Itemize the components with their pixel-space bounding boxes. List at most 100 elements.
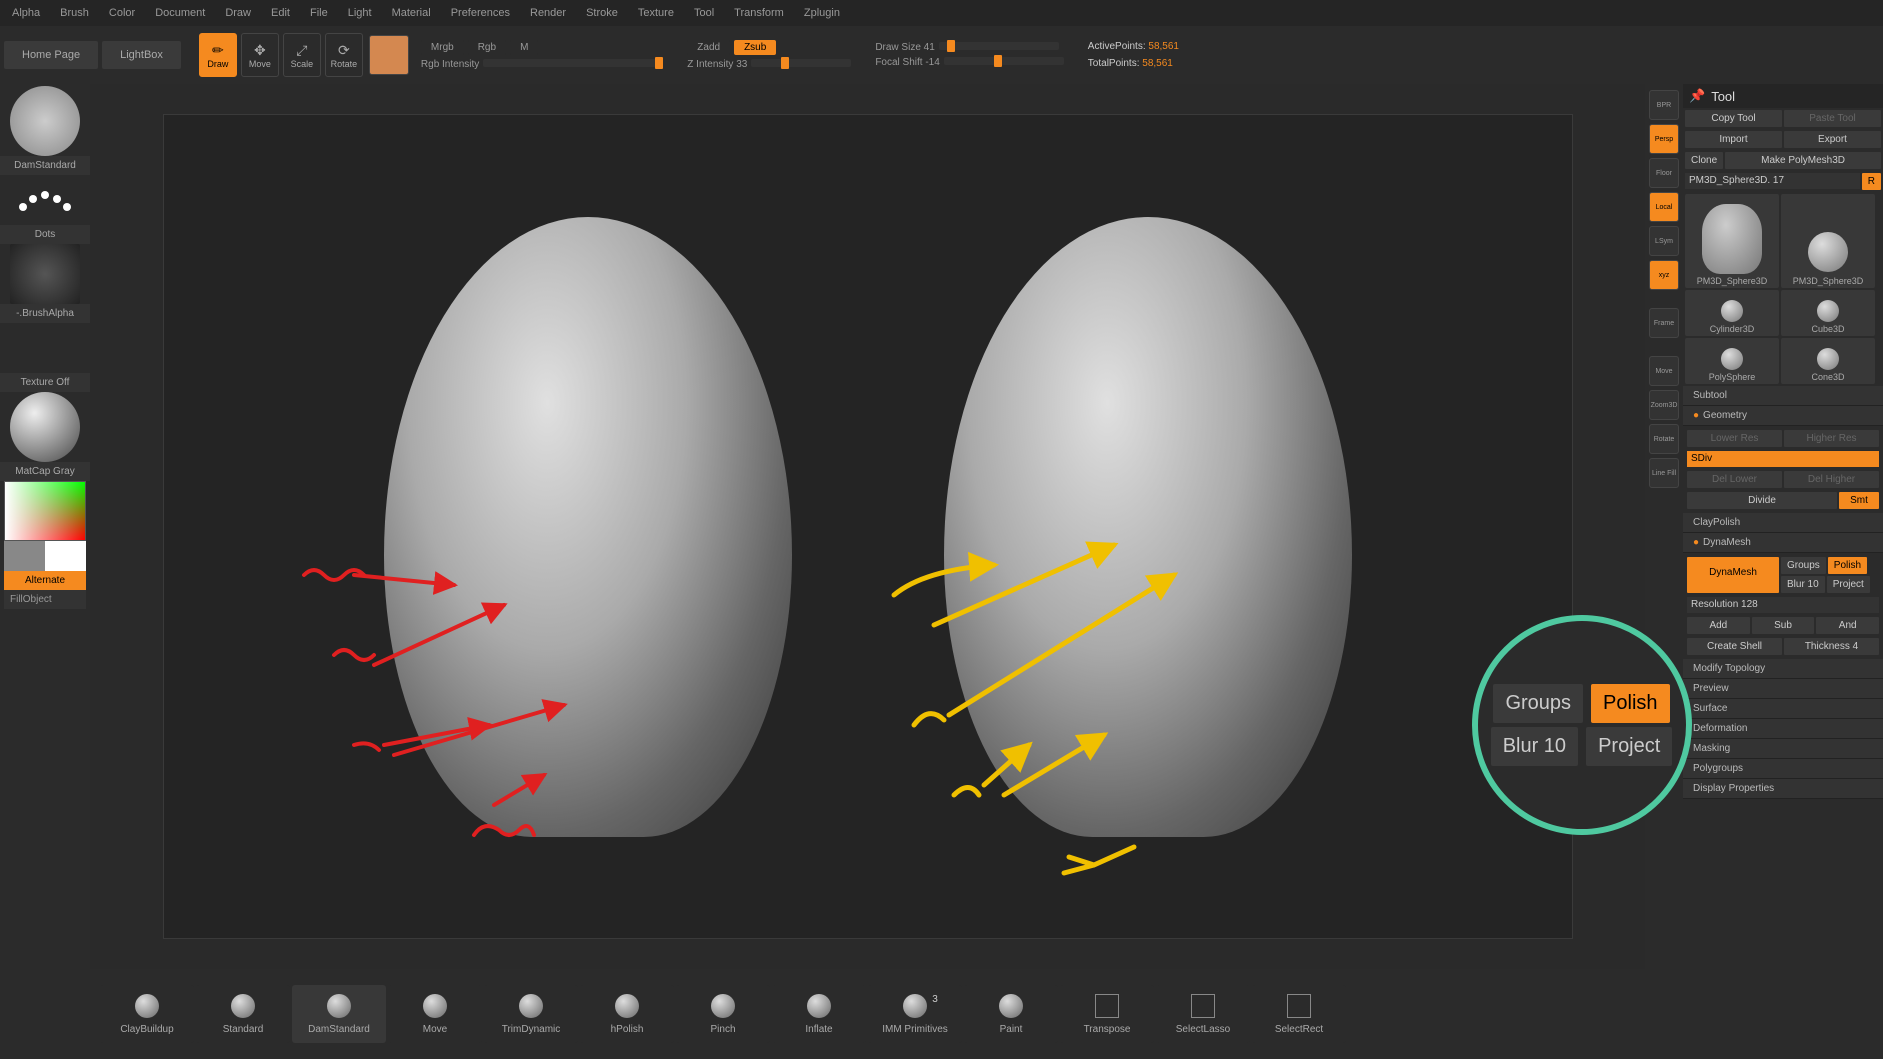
tool-item-2[interactable]: Cylinder3D xyxy=(1685,290,1779,336)
brush-hpolish[interactable]: hPolish xyxy=(580,985,674,1043)
brush-pinch[interactable]: Pinch xyxy=(676,985,770,1043)
masking-section[interactable]: Masking xyxy=(1683,739,1883,759)
export-button[interactable]: Export xyxy=(1784,131,1881,148)
tool-item-4[interactable]: PolySphere xyxy=(1685,338,1779,384)
draw-size-slider[interactable] xyxy=(939,42,1059,50)
scale-mode-button[interactable]: ⤢Scale xyxy=(283,33,321,77)
persp-button[interactable]: Persp xyxy=(1649,124,1679,154)
current-tool-name[interactable]: PM3D_Sphere3D. 17 xyxy=(1685,173,1860,189)
sdiv-slider[interactable]: SDiv xyxy=(1687,451,1879,467)
copy-tool-button[interactable]: Copy Tool xyxy=(1685,110,1782,127)
color-swatch-primary[interactable] xyxy=(45,541,86,571)
tool-item-0[interactable]: PM3D_Sphere3D xyxy=(1685,194,1779,288)
divide-button[interactable]: Divide xyxy=(1687,492,1837,509)
zadd-button[interactable]: Zadd xyxy=(687,40,730,55)
menu-preferences[interactable]: Preferences xyxy=(451,7,510,19)
add-button[interactable]: Add xyxy=(1687,617,1750,634)
brush-claybuildup[interactable]: ClayBuildup xyxy=(100,985,194,1043)
focal-shift-slider[interactable] xyxy=(944,57,1064,65)
del-lower-button[interactable]: Del Lower xyxy=(1687,471,1782,488)
floor-button[interactable]: Floor xyxy=(1649,158,1679,188)
stroke-thumbnail[interactable] xyxy=(10,175,80,225)
color-swatch-secondary[interactable] xyxy=(4,541,45,571)
brush-inflate[interactable]: Inflate xyxy=(772,985,866,1043)
zoom3d-button[interactable]: Zoom3D xyxy=(1649,390,1679,420)
alpha-thumbnail[interactable] xyxy=(10,244,80,304)
menu-texture[interactable]: Texture xyxy=(638,7,674,19)
lsym-button[interactable]: LSym xyxy=(1649,226,1679,256)
rotate-button[interactable]: Rotate xyxy=(1649,424,1679,454)
geometry-section[interactable]: ●Geometry xyxy=(1683,406,1883,426)
z-intensity-slider[interactable] xyxy=(751,59,851,67)
rgb-button[interactable]: Rgb xyxy=(468,40,506,55)
fill-object-button[interactable]: FillObject xyxy=(4,590,86,609)
menu-alpha[interactable]: Alpha xyxy=(12,7,40,19)
rotate-mode-button[interactable]: ⟳Rotate xyxy=(325,33,363,77)
material-thumbnail[interactable] xyxy=(10,392,80,462)
dynamesh-button[interactable]: DynaMesh xyxy=(1687,557,1779,593)
frame-button[interactable]: Frame xyxy=(1649,308,1679,338)
groups-button[interactable]: Groups xyxy=(1781,557,1826,574)
create-shell-button[interactable]: Create Shell xyxy=(1687,638,1782,655)
m-button[interactable]: M xyxy=(510,40,538,55)
move-button[interactable]: Move xyxy=(1649,356,1679,386)
menu-tool[interactable]: Tool xyxy=(694,7,714,19)
brush-move[interactable]: Move xyxy=(388,985,482,1043)
local-button[interactable]: Local xyxy=(1649,192,1679,222)
tool-item-5[interactable]: Cone3D xyxy=(1781,338,1875,384)
menu-transform[interactable]: Transform xyxy=(734,7,784,19)
color-picker[interactable] xyxy=(4,481,86,541)
menu-file[interactable]: File xyxy=(310,7,328,19)
move-mode-button[interactable]: ✥Move xyxy=(241,33,279,77)
clone-button[interactable]: Clone xyxy=(1685,152,1723,169)
bpr-button[interactable]: BPR xyxy=(1649,90,1679,120)
del-higher-button[interactable]: Del Higher xyxy=(1784,471,1879,488)
color-swatch[interactable] xyxy=(369,35,409,75)
home-page-tab[interactable]: Home Page xyxy=(4,41,98,69)
blur-slider[interactable]: Blur 10 xyxy=(1781,576,1825,593)
brush-imm-primitives[interactable]: 3IMM Primitives xyxy=(868,985,962,1043)
display-properties-section[interactable]: Display Properties xyxy=(1683,779,1883,799)
and-button[interactable]: And xyxy=(1816,617,1879,634)
import-button[interactable]: Import xyxy=(1685,131,1782,148)
subtool-section[interactable]: Subtool xyxy=(1683,386,1883,406)
menu-draw[interactable]: Draw xyxy=(225,7,251,19)
draw-mode-button[interactable]: ✏Draw xyxy=(199,33,237,77)
menu-light[interactable]: Light xyxy=(348,7,372,19)
brush-paint[interactable]: Paint xyxy=(964,985,1058,1043)
polygroups-section[interactable]: Polygroups xyxy=(1683,759,1883,779)
zsub-button[interactable]: Zsub xyxy=(734,40,776,55)
menu-zplugin[interactable]: Zplugin xyxy=(804,7,840,19)
brush-trimdynamic[interactable]: TrimDynamic xyxy=(484,985,578,1043)
r-button[interactable]: R xyxy=(1862,173,1881,190)
make-polymesh-button[interactable]: Make PolyMesh3D xyxy=(1725,152,1881,169)
thickness-slider[interactable]: Thickness 4 xyxy=(1784,638,1879,655)
menu-brush[interactable]: Brush xyxy=(60,7,89,19)
menu-stroke[interactable]: Stroke xyxy=(586,7,618,19)
alternate-button[interactable]: Alternate xyxy=(4,571,86,590)
modify-topology-section[interactable]: Modify Topology xyxy=(1683,659,1883,679)
menu-color[interactable]: Color xyxy=(109,7,135,19)
dynamesh-section[interactable]: ●DynaMesh xyxy=(1683,533,1883,553)
paste-tool-button[interactable]: Paste Tool xyxy=(1784,110,1881,127)
brush-selectrect[interactable]: SelectRect xyxy=(1252,985,1346,1043)
xyz-button[interactable]: xyz xyxy=(1649,260,1679,290)
claypolish-section[interactable]: ClayPolish xyxy=(1683,513,1883,533)
brush-standard[interactable]: Standard xyxy=(196,985,290,1043)
tool-item-1[interactable]: PM3D_Sphere3D xyxy=(1781,194,1875,288)
tool-item-3[interactable]: Cube3D xyxy=(1781,290,1875,336)
menu-document[interactable]: Document xyxy=(155,7,205,19)
mrgb-button[interactable]: Mrgb xyxy=(421,40,464,55)
brush-damstandard[interactable]: DamStandard xyxy=(292,985,386,1043)
line-fill-button[interactable]: Line Fill xyxy=(1649,458,1679,488)
higher-res-button[interactable]: Higher Res xyxy=(1784,430,1879,447)
lightbox-tab[interactable]: LightBox xyxy=(102,41,181,69)
deformation-section[interactable]: Deformation xyxy=(1683,719,1883,739)
menu-edit[interactable]: Edit xyxy=(271,7,290,19)
rgb-intensity-slider[interactable] xyxy=(483,59,663,67)
menu-material[interactable]: Material xyxy=(392,7,431,19)
brush-selectlasso[interactable]: SelectLasso xyxy=(1156,985,1250,1043)
pin-icon[interactable]: 📌 xyxy=(1689,88,1705,104)
brush-transpose[interactable]: Transpose xyxy=(1060,985,1154,1043)
project-button[interactable]: Project xyxy=(1827,576,1870,593)
